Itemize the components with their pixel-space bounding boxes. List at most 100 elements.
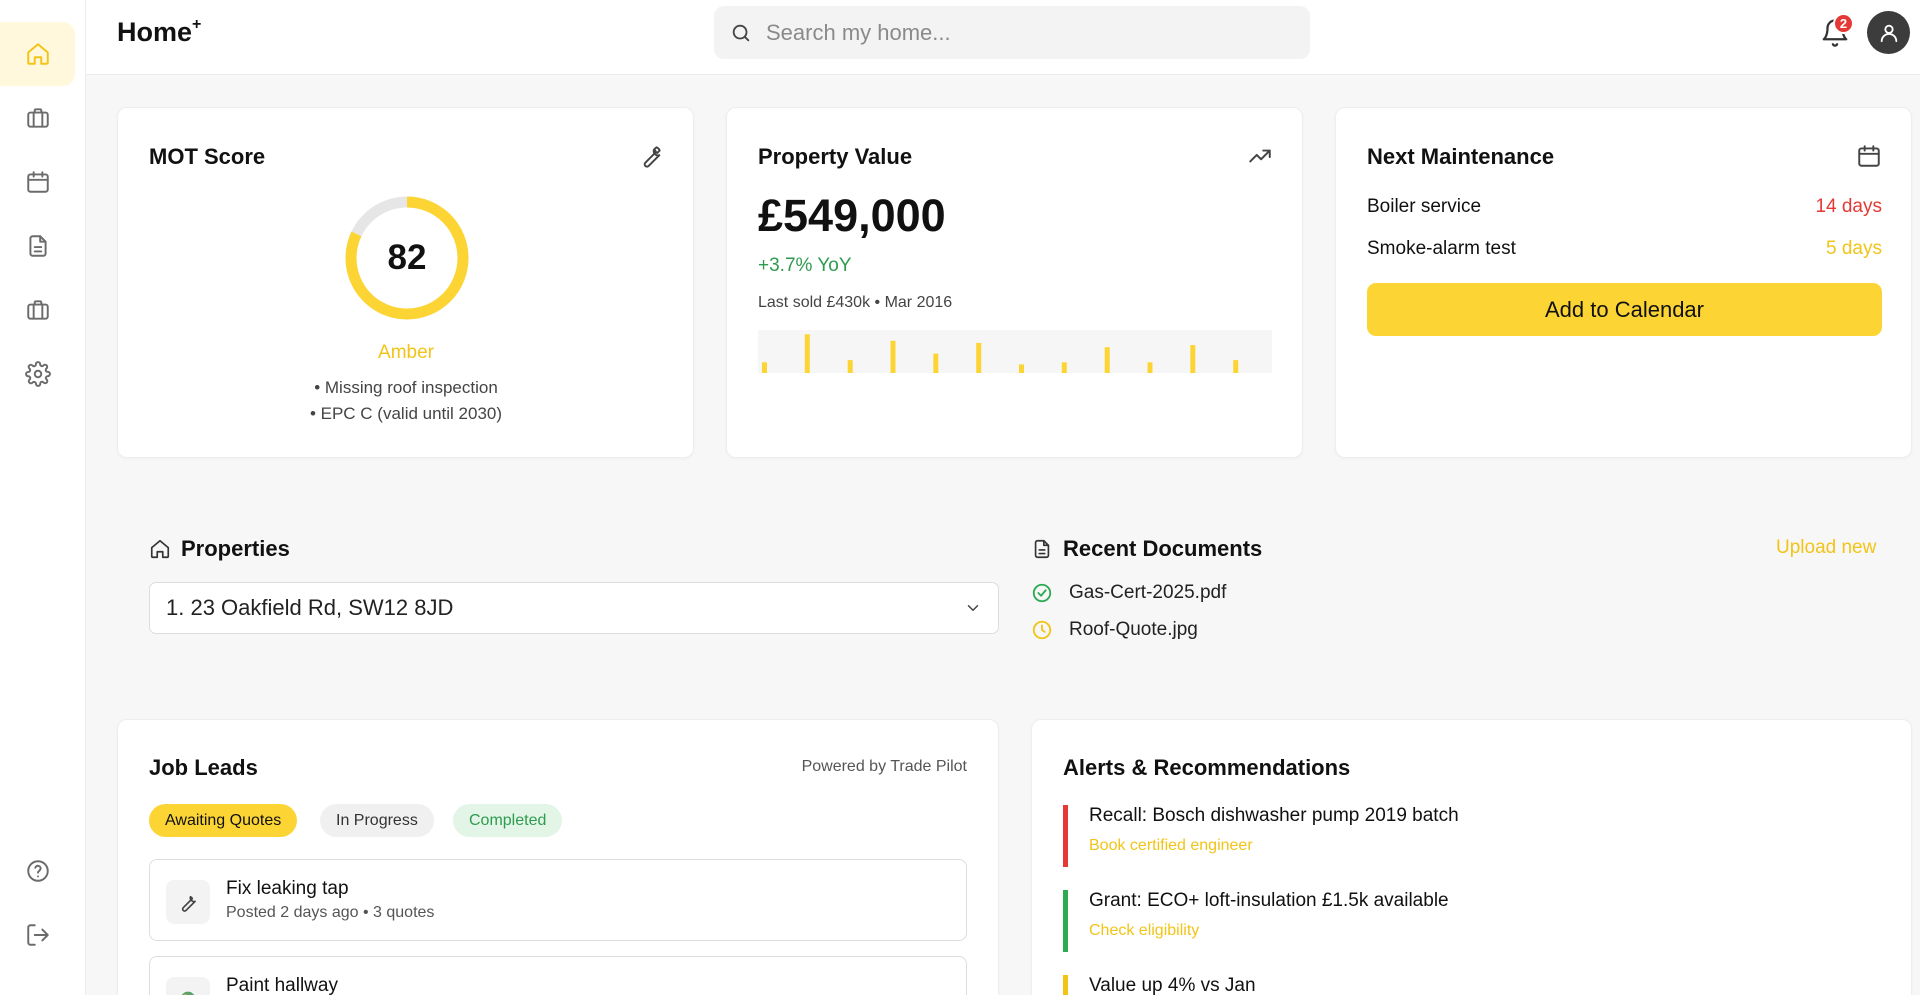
document-name: Gas-Cert-2025.pdf — [1069, 582, 1227, 603]
sidebar-item-documents[interactable] — [0, 214, 75, 278]
property-yoy-change: +3.7% YoY — [758, 255, 852, 276]
user-icon — [1880, 24, 1897, 42]
sparkline-bar — [933, 353, 939, 373]
logout-icon — [26, 924, 49, 946]
maintenance-task: Smoke-alarm test — [1367, 238, 1516, 259]
search-bar[interactable] — [714, 6, 1310, 59]
document-name: Roof-Quote.jpg — [1069, 619, 1198, 640]
card-title: MOT Score — [149, 144, 266, 169]
card-title: Next Maintenance — [1367, 144, 1555, 169]
sidebar-item-help[interactable] — [0, 839, 75, 903]
sparkline-bar — [1233, 360, 1239, 373]
sidebar-item-home[interactable] — [0, 22, 75, 86]
next-maintenance-card: Next Maintenance Boiler service 14 days … — [1335, 107, 1912, 458]
search-icon — [732, 24, 750, 41]
mot-score-value: 82 — [387, 238, 427, 277]
job-meta: Posted 2 days ago • 3 quotes — [226, 904, 435, 921]
card-title: Property Value — [758, 144, 913, 169]
paint-icon — [181, 991, 195, 995]
sparkline-bar — [1190, 345, 1196, 373]
card-title: Alerts & Recommendations — [1063, 755, 1351, 780]
powered-by-label: Powered by Trade Pilot — [801, 758, 967, 775]
property-select[interactable]: 1. 23 Oakfield Rd, SW12 8JD — [149, 582, 999, 634]
mot-score-card: MOT Score 82 Amber • Missing roof inspec… — [117, 107, 694, 458]
add-to-calendar-button[interactable]: Add to Calendar — [1367, 283, 1882, 336]
documents-heading: Recent Documents — [1031, 536, 1262, 562]
sparkline-bar — [976, 342, 982, 373]
alert-action-link[interactable]: Book certified engineer — [1089, 837, 1763, 855]
mot-band: Amber — [378, 342, 434, 363]
property-value: £549,000 — [758, 190, 946, 241]
app-logo[interactable]: Home+ — [117, 16, 201, 48]
last-sold-info: Last sold £430k • Mar 2016 — [758, 294, 953, 311]
alert-action-link[interactable]: Check eligibility — [1089, 922, 1763, 940]
job-icon-tile — [166, 880, 210, 924]
check-circle-icon — [1032, 583, 1052, 603]
tab-awaiting-quotes[interactable]: Awaiting Quotes — [149, 804, 298, 837]
chevron-down-icon — [967, 605, 979, 611]
sidebar — [0, 0, 86, 995]
calendar-icon — [26, 171, 49, 193]
sidebar-item-logout[interactable] — [0, 903, 75, 967]
wrench-icon[interactable] — [638, 143, 664, 169]
avatar[interactable] — [1867, 11, 1910, 54]
sparkline-bar — [890, 340, 896, 373]
calendar-icon[interactable] — [1856, 143, 1882, 169]
value-sparkline-chart — [758, 330, 1272, 373]
alert-item: Grant: ECO+ loft-insulation £1.5k availa… — [1063, 890, 1763, 952]
card-title: Job Leads — [149, 755, 258, 780]
job-item[interactable]: Paint hallway — [149, 956, 967, 995]
job-title: Fix leaking tap — [226, 878, 349, 899]
home-icon — [150, 539, 170, 559]
alert-title: Recall: Bosch dishwasher pump 2019 batch — [1089, 805, 1459, 826]
sidebar-item-briefcase[interactable] — [0, 86, 75, 150]
property-select-value: 1. 23 Oakfield Rd, SW12 8JD — [166, 595, 454, 620]
alert-item: Recall: Bosch dishwasher pump 2019 batch… — [1063, 805, 1763, 867]
top-bar: Home+ 2 — [86, 0, 1920, 75]
maintenance-due: 14 days — [1815, 196, 1882, 217]
maintenance-item: Boiler service 14 days — [1367, 196, 1882, 218]
document-item[interactable]: Gas-Cert-2025.pdf — [1031, 582, 1226, 604]
job-icon-tile — [166, 977, 210, 995]
document-icon — [28, 235, 47, 257]
document-icon — [1034, 539, 1050, 559]
sidebar-item-calendar[interactable] — [0, 150, 75, 214]
alert-title: Value up 4% vs Jan — [1089, 975, 1256, 995]
clock-icon — [1032, 620, 1052, 640]
gear-icon — [24, 361, 51, 387]
mot-note: • EPC C (valid until 2030) — [309, 404, 503, 423]
sparkline-bar — [1104, 347, 1110, 373]
sidebar-item-settings[interactable] — [0, 342, 75, 406]
maintenance-due: 5 days — [1826, 238, 1882, 259]
sparkline-bar — [1019, 364, 1024, 373]
property-value-card: Property Value £549,000 +3.7% YoY Last s… — [726, 107, 1303, 458]
alert-title: Grant: ECO+ loft-insulation £1.5k availa… — [1089, 890, 1449, 911]
mot-note: • Missing roof inspection — [314, 378, 498, 397]
suitcase-icon — [26, 300, 49, 320]
tab-completed[interactable]: Completed — [453, 804, 563, 837]
properties-heading: Properties — [149, 536, 290, 562]
alert-item: Value up 4% vs Jan — [1063, 975, 1763, 995]
sparkline-bar — [804, 334, 810, 373]
sparkline-bar — [762, 362, 767, 373]
job-leads-card: Job Leads Powered by Trade Pilot Awaitin… — [117, 719, 999, 995]
help-icon — [26, 860, 49, 882]
documents-title: Recent Documents — [1063, 536, 1263, 561]
tab-in-progress[interactable]: In Progress — [320, 804, 434, 837]
alerts-card: Alerts & Recommendations Recall: Bosch d… — [1031, 719, 1912, 995]
sidebar-item-jobs[interactable] — [0, 278, 75, 342]
properties-title: Properties — [181, 536, 290, 561]
trending-up-icon[interactable] — [1247, 143, 1273, 169]
briefcase-icon — [26, 108, 49, 128]
maintenance-task: Boiler service — [1367, 196, 1482, 217]
home-icon — [26, 43, 49, 65]
sparkline-bar — [1061, 362, 1067, 373]
sparkline-bar — [847, 360, 853, 373]
upload-new-link[interactable]: Upload new — [1776, 537, 1876, 559]
job-title: Paint hallway — [226, 975, 338, 995]
document-item[interactable]: Roof-Quote.jpg — [1031, 619, 1198, 641]
job-item[interactable]: Fix leaking tap Posted 2 days ago • 3 qu… — [149, 859, 967, 941]
wrench-icon — [181, 895, 196, 912]
search-input[interactable] — [766, 19, 1286, 46]
sparkline-bar — [1147, 362, 1153, 373]
